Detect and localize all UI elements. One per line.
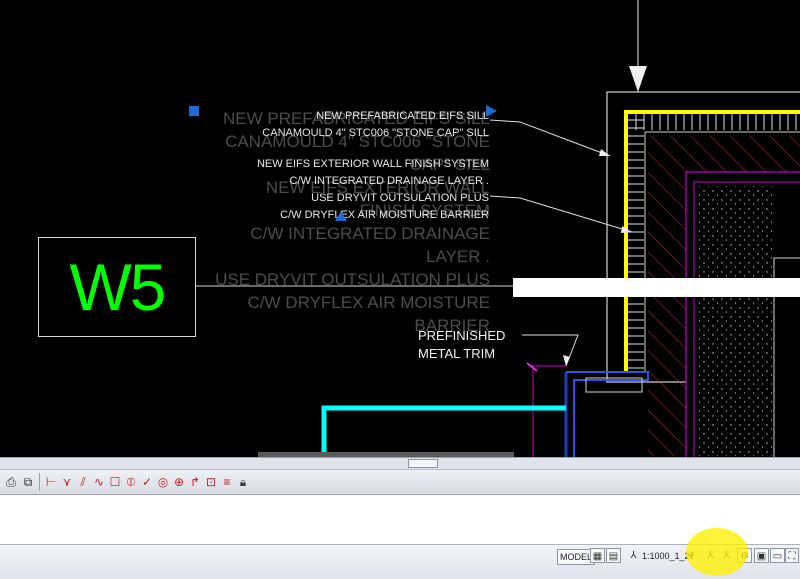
print-icon[interactable]: ⎙ <box>3 474 19 490</box>
baseline-icon[interactable]: ⊕ <box>171 474 187 490</box>
viewport-splitter[interactable] <box>0 457 800 470</box>
curb-outline <box>321 405 566 457</box>
diameter-icon[interactable]: ⦶ <box>123 474 139 490</box>
annotation-scale-icon: ⅄ <box>630 550 637 561</box>
quick-dim-icon[interactable]: ◎ <box>155 474 171 490</box>
copy-icon[interactable]: ⧉ <box>20 474 36 490</box>
aggregate-fill <box>697 186 773 456</box>
highlight-annotation <box>686 528 748 576</box>
status-bar: MODEL ▦ ▤ ⅄ 1:1000_1_27 ▾ ⅄ ⅄ ⚙ ▣ ▭ ⛶ <box>0 545 800 579</box>
text-grip-square[interactable] <box>189 106 199 116</box>
sill-note[interactable]: NEW PREFABRICATED EIFS SILL CANAMOULD 4"… <box>262 108 489 142</box>
wall-tag-box[interactable]: W5 <box>38 237 196 337</box>
aligned-dim-icon[interactable]: ⋎ <box>59 474 75 490</box>
wall-tag-label: W5 <box>69 250 167 324</box>
command-line[interactable] <box>0 495 800 545</box>
layout-sheet-icon[interactable]: ▤ <box>606 548 621 563</box>
splitter-handle[interactable] <box>408 459 438 468</box>
wall-finish-note[interactable]: NEW EIFS EXTERIOR WALL FINISH SYSTEM C/W… <box>257 156 489 224</box>
ordinate-icon[interactable]: ∿ <box>91 474 107 490</box>
radius-icon[interactable]: ☐ <box>107 474 123 490</box>
drawing-canvas[interactable]: NEW PREFABRICATED EIFS SILL CANAMOULD 4"… <box>0 0 800 457</box>
dimension-toolbar: ⎙ ⧉ ⊢ ⋎ ⫽ ∿ ☐ ⦶ ✓ ◎ ⊕ ↱ ⊡ ≡ 🔒︎ <box>0 470 800 495</box>
hardware-accel-icon[interactable]: ▭ <box>770 548 785 563</box>
arc-length-icon[interactable]: ⫽ <box>75 474 91 490</box>
angular-icon[interactable]: ✓ <box>139 474 155 490</box>
break-bar <box>513 278 800 297</box>
toolbar-lock-icon[interactable]: ▣ <box>754 548 769 563</box>
metal-trim-note[interactable]: PREFINISHED METAL TRIM <box>418 327 505 363</box>
center-mark-icon[interactable]: ⊡ <box>203 474 219 490</box>
linear-dim-icon[interactable]: ⊢ <box>43 474 59 490</box>
lock-icon[interactable]: 🔒︎ <box>235 474 251 490</box>
continue-icon[interactable]: ↱ <box>187 474 203 490</box>
tolerance-icon[interactable]: ≡ <box>219 474 235 490</box>
toolbar-separator <box>39 473 40 491</box>
layout-model-icon[interactable]: ▦ <box>590 548 605 563</box>
clean-screen-icon[interactable]: ⛶ <box>785 548 799 563</box>
sill-ticks-vertical <box>628 119 644 369</box>
dimension-arrow <box>629 66 647 92</box>
wall-leader <box>489 195 633 233</box>
trim-leader <box>522 334 579 367</box>
sill-ticks-horizontal <box>635 114 797 130</box>
sill-leader <box>489 119 611 157</box>
